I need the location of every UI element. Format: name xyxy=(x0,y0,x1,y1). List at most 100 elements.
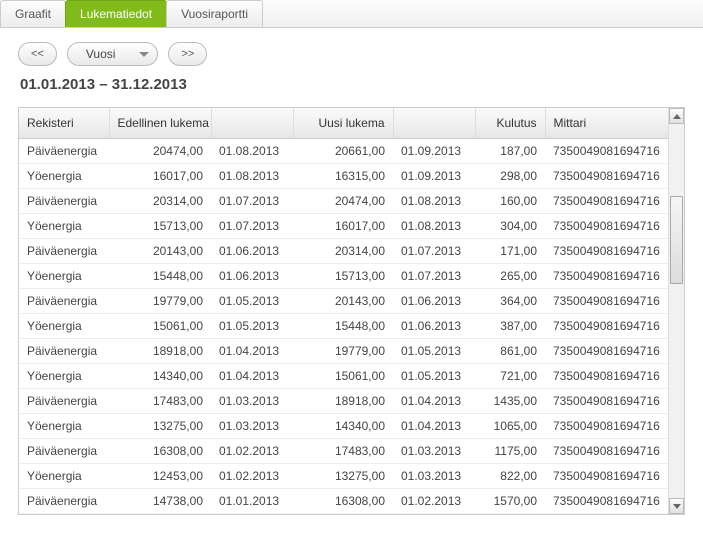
cell-edellinen-lukema: 18918,00 xyxy=(109,339,211,364)
cell-mittari: 7350049081694716 xyxy=(545,289,668,314)
cell-uusi-date: 01.03.2013 xyxy=(393,464,475,489)
cell-edellinen-lukema: 20314,00 xyxy=(109,189,211,214)
table-row[interactable]: Yöenergia12453,0001.02.201313275,0001.03… xyxy=(19,464,668,489)
cell-kulutus: 387,00 xyxy=(475,314,545,339)
cell-edellinen-date: 01.05.2013 xyxy=(211,289,293,314)
cell-edellinen-date: 01.06.2013 xyxy=(211,239,293,264)
cell-uusi-lukema: 20474,00 xyxy=(293,189,393,214)
cell-edellinen-lukema: 15713,00 xyxy=(109,214,211,239)
cell-kulutus: 1065,00 xyxy=(475,414,545,439)
cell-uusi-date: 01.03.2013 xyxy=(393,439,475,464)
col-uusi-date[interactable] xyxy=(393,108,475,139)
cell-mittari: 7350049081694716 xyxy=(545,239,668,264)
scroll-track[interactable] xyxy=(669,124,684,498)
cell-mittari: 7350049081694716 xyxy=(545,489,668,514)
cell-rekisteri: Päiväenergia xyxy=(19,489,109,514)
cell-uusi-lukema: 20314,00 xyxy=(293,239,393,264)
scroll-down-button[interactable] xyxy=(669,498,684,514)
tabstrip: Graafit Lukematiedot Vuosiraportti xyxy=(0,0,703,28)
table-row[interactable]: Päiväenergia19779,0001.05.201320143,0001… xyxy=(19,289,668,314)
cell-kulutus: 304,00 xyxy=(475,214,545,239)
date-range: 01.01.2013 – 31.12.2013 xyxy=(20,76,685,93)
tab-graafit[interactable]: Graafit xyxy=(0,0,66,27)
cell-edellinen-lukema: 14340,00 xyxy=(109,364,211,389)
cell-mittari: 7350049081694716 xyxy=(545,314,668,339)
cell-edellinen-lukema: 20143,00 xyxy=(109,239,211,264)
cell-edellinen-date: 01.04.2013 xyxy=(211,339,293,364)
table-row[interactable]: Päiväenergia20143,0001.06.201320314,0001… xyxy=(19,239,668,264)
cell-uusi-lukema: 20661,00 xyxy=(293,139,393,164)
table-row[interactable]: Päiväenergia14738,0001.01.201316308,0001… xyxy=(19,489,668,514)
period-select-label: Vuosi xyxy=(86,47,116,61)
prev-button[interactable]: << xyxy=(18,42,57,66)
col-edellinen-lukema[interactable]: Edellinen lukema xyxy=(109,108,211,139)
cell-edellinen-lukema: 14738,00 xyxy=(109,489,211,514)
scroll-thumb[interactable] xyxy=(670,196,683,284)
col-mittari[interactable]: Mittari xyxy=(545,108,668,139)
cell-uusi-date: 01.08.2013 xyxy=(393,189,475,214)
cell-edellinen-date: 01.07.2013 xyxy=(211,214,293,239)
col-uusi-lukema[interactable]: Uusi lukema xyxy=(293,108,393,139)
cell-uusi-lukema: 19779,00 xyxy=(293,339,393,364)
table-row[interactable]: Päiväenergia20314,0001.07.201320474,0001… xyxy=(19,189,668,214)
cell-uusi-date: 01.08.2013 xyxy=(393,214,475,239)
table-row[interactable]: Yöenergia15713,0001.07.201316017,0001.08… xyxy=(19,214,668,239)
cell-edellinen-date: 01.03.2013 xyxy=(211,414,293,439)
cell-edellinen-date: 01.03.2013 xyxy=(211,389,293,414)
cell-rekisteri: Yöenergia xyxy=(19,164,109,189)
cell-kulutus: 298,00 xyxy=(475,164,545,189)
table-row[interactable]: Yöenergia14340,0001.04.201315061,0001.05… xyxy=(19,364,668,389)
scroll-up-button[interactable] xyxy=(669,108,684,124)
table-row[interactable]: Päiväenergia16308,0001.02.201317483,0001… xyxy=(19,439,668,464)
cell-kulutus: 1435,00 xyxy=(475,389,545,414)
cell-uusi-date: 01.09.2013 xyxy=(393,164,475,189)
cell-rekisteri: Päiväenergia xyxy=(19,139,109,164)
cell-uusi-lukema: 16308,00 xyxy=(293,489,393,514)
cell-edellinen-date: 01.02.2013 xyxy=(211,439,293,464)
cell-uusi-lukema: 16017,00 xyxy=(293,214,393,239)
cell-edellinen-date: 01.06.2013 xyxy=(211,264,293,289)
cell-kulutus: 861,00 xyxy=(475,339,545,364)
table-row[interactable]: Yöenergia15061,0001.05.201315448,0001.06… xyxy=(19,314,668,339)
table-row[interactable]: Yöenergia13275,0001.03.201314340,0001.04… xyxy=(19,414,668,439)
col-edellinen-date[interactable] xyxy=(211,108,293,139)
cell-kulutus: 364,00 xyxy=(475,289,545,314)
cell-uusi-date: 01.05.2013 xyxy=(393,364,475,389)
table-row[interactable]: Päiväenergia17483,0001.03.201318918,0001… xyxy=(19,389,668,414)
table-row[interactable]: Päiväenergia18918,0001.04.201319779,0001… xyxy=(19,339,668,364)
cell-rekisteri: Päiväenergia xyxy=(19,189,109,214)
period-select[interactable]: Vuosi xyxy=(67,42,159,66)
vertical-scrollbar[interactable] xyxy=(668,108,684,514)
col-kulutus[interactable]: Kulutus xyxy=(475,108,545,139)
cell-uusi-lukema: 20143,00 xyxy=(293,289,393,314)
data-grid: Rekisteri Edellinen lukema Uusi lukema K… xyxy=(18,107,685,515)
cell-uusi-lukema: 13275,00 xyxy=(293,464,393,489)
cell-edellinen-date: 01.02.2013 xyxy=(211,464,293,489)
cell-rekisteri: Päiväenergia xyxy=(19,339,109,364)
table-row[interactable]: Yöenergia16017,0001.08.201316315,0001.09… xyxy=(19,164,668,189)
cell-uusi-lukema: 15061,00 xyxy=(293,364,393,389)
table-row[interactable]: Päiväenergia20474,0001.08.201320661,0001… xyxy=(19,139,668,164)
header-row: Rekisteri Edellinen lukema Uusi lukema K… xyxy=(19,108,668,139)
cell-edellinen-lukema: 15448,00 xyxy=(109,264,211,289)
cell-uusi-date: 01.07.2013 xyxy=(393,264,475,289)
cell-mittari: 7350049081694716 xyxy=(545,389,668,414)
cell-uusi-date: 01.04.2013 xyxy=(393,414,475,439)
col-rekisteri[interactable]: Rekisteri xyxy=(19,108,109,139)
cell-uusi-lukema: 17483,00 xyxy=(293,439,393,464)
tab-lukematiedot[interactable]: Lukematiedot xyxy=(65,0,167,27)
tab-vuosiraportti[interactable]: Vuosiraportti xyxy=(166,0,263,27)
cell-rekisteri: Yöenergia xyxy=(19,264,109,289)
cell-uusi-lukema: 15448,00 xyxy=(293,314,393,339)
next-button[interactable]: >> xyxy=(168,42,207,66)
cell-mittari: 7350049081694716 xyxy=(545,264,668,289)
cell-edellinen-date: 01.07.2013 xyxy=(211,189,293,214)
chevron-down-icon xyxy=(139,52,149,57)
table-row[interactable]: Yöenergia15448,0001.06.201315713,0001.07… xyxy=(19,264,668,289)
cell-edellinen-date: 01.01.2013 xyxy=(211,489,293,514)
cell-uusi-lukema: 15713,00 xyxy=(293,264,393,289)
cell-rekisteri: Yöenergia xyxy=(19,214,109,239)
cell-mittari: 7350049081694716 xyxy=(545,339,668,364)
cell-kulutus: 721,00 xyxy=(475,364,545,389)
cell-kulutus: 160,00 xyxy=(475,189,545,214)
